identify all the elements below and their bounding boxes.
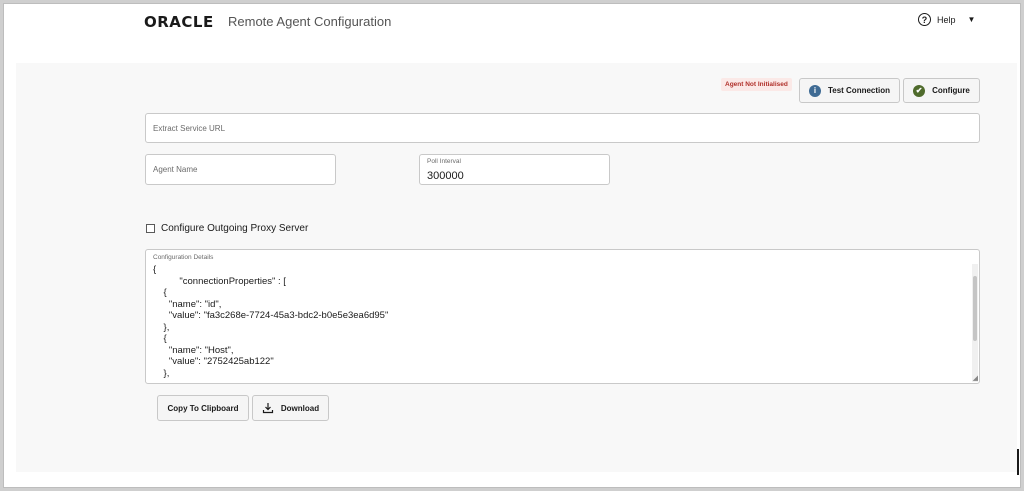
- download-button[interactable]: Download: [252, 395, 329, 421]
- poll-interval-value: 300000: [427, 170, 464, 182]
- test-connection-button[interactable]: i Test Connection: [799, 78, 900, 103]
- resize-handle-icon[interactable]: ◢: [973, 375, 978, 382]
- poll-interval-label: Poll Interval: [427, 158, 461, 165]
- test-connection-label: Test Connection: [827, 86, 891, 95]
- chevron-down-icon: ▼: [967, 15, 976, 24]
- status-badge: Agent Not Initialised: [721, 78, 792, 91]
- extract-service-url-placeholder: Extract Service URL: [153, 124, 226, 133]
- window-edge-marker: [1017, 449, 1019, 475]
- help-label: Help: [937, 14, 956, 25]
- configuration-json-text[interactable]: { "connectionProperties" : [ { "name": "…: [153, 264, 388, 379]
- configuration-details-textarea[interactable]: Configuration Details { "connectionPrope…: [145, 249, 980, 384]
- check-icon: ✔: [913, 84, 926, 97]
- agent-name-input[interactable]: Agent Name: [145, 154, 336, 185]
- help-icon: ?: [918, 13, 931, 26]
- copy-to-clipboard-label: Copy To Clipboard: [167, 403, 239, 413]
- main-content: Agent Not Initialised i Test Connection …: [16, 63, 1017, 472]
- app-header: ORACLE Remote Agent Configuration ? Help…: [4, 4, 1020, 62]
- proxy-option: Configure Outgoing Proxy Server: [146, 223, 308, 234]
- configure-label: Configure: [932, 86, 970, 95]
- agent-name-placeholder: Agent Name: [153, 165, 198, 174]
- download-icon: [262, 403, 273, 414]
- download-label: Download: [280, 403, 320, 413]
- scrollbar-thumb[interactable]: [973, 276, 977, 341]
- vertical-scrollbar[interactable]: [972, 264, 978, 382]
- configure-button[interactable]: ✔ Configure: [903, 78, 980, 103]
- configuration-details-label: Configuration Details: [153, 254, 214, 261]
- copy-to-clipboard-button[interactable]: Copy To Clipboard: [157, 395, 249, 421]
- oracle-logo: ORACLE: [144, 13, 214, 31]
- page-title: Remote Agent Configuration: [228, 14, 392, 29]
- info-icon: i: [808, 84, 821, 97]
- extract-service-url-input[interactable]: Extract Service URL: [145, 113, 980, 143]
- proxy-checkbox[interactable]: [146, 224, 155, 233]
- proxy-label[interactable]: Configure Outgoing Proxy Server: [161, 223, 308, 234]
- app-window: ORACLE Remote Agent Configuration ? Help…: [3, 3, 1021, 488]
- poll-interval-input[interactable]: Poll Interval 300000: [419, 154, 610, 185]
- help-menu[interactable]: ? Help ▼: [918, 13, 975, 26]
